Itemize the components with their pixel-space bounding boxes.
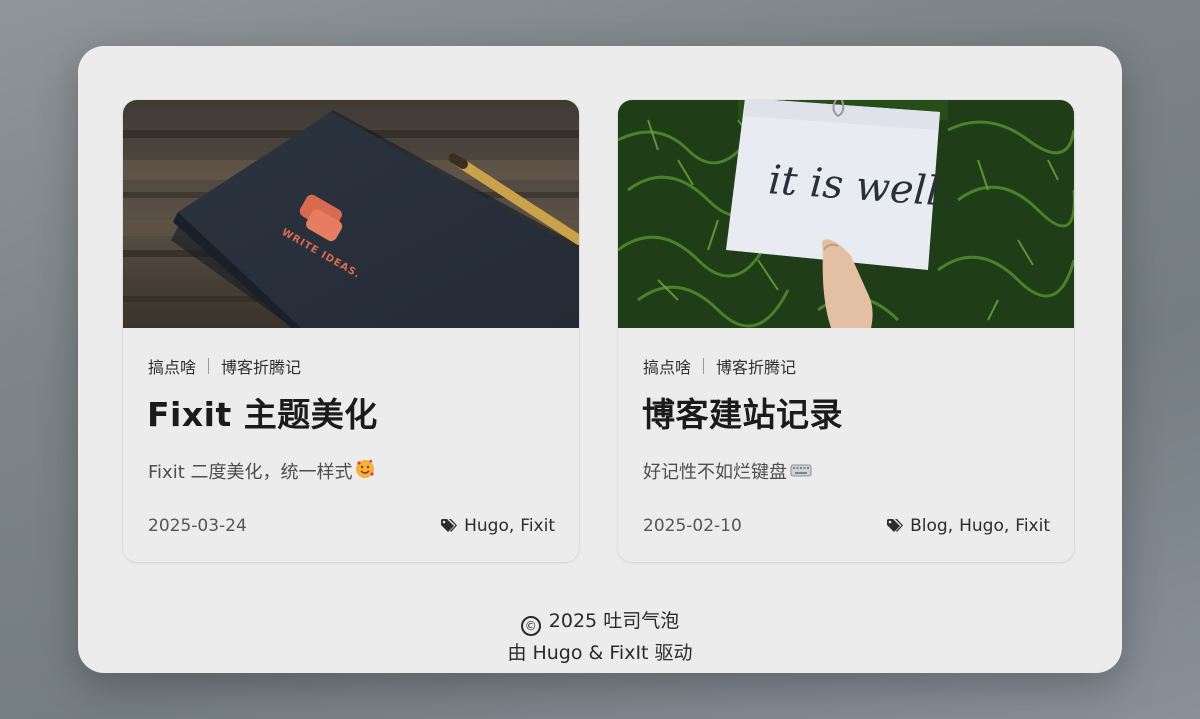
tags-icon (440, 518, 460, 534)
face-hearts-icon (355, 459, 375, 484)
tags-icon (886, 518, 906, 534)
post-categories: 搞点啥 博客折腾记 (643, 354, 796, 378)
category-link[interactable]: 博客折腾记 (221, 354, 301, 378)
post-date: 2025-02-10 (643, 516, 742, 536)
post-tags: Hugo, Fixit (440, 516, 555, 536)
tag-link[interactable]: Hugo (464, 516, 509, 536)
post-summary: Fixit 二度美化，统一样式 (148, 458, 375, 484)
category-divider (208, 358, 210, 374)
footer-copyright: © 2025 吐司气泡 (78, 606, 1122, 636)
post-categories: 搞点啥 博客折腾记 (148, 354, 301, 378)
post-date: 2025-03-24 (148, 516, 247, 536)
category-divider (703, 358, 705, 374)
copyright-icon: © (520, 616, 541, 636)
post-cover-image[interactable]: it is well. (618, 100, 1074, 328)
category-link[interactable]: 搞点啥 (148, 354, 196, 378)
post-cover-image[interactable]: WRITE IDEAS. (123, 100, 579, 328)
category-link[interactable]: 博客折腾记 (716, 354, 796, 378)
post-card[interactable]: it is well. 搞点啥 博客折腾记 博客建站记录 好记性不如烂键盘 20… (618, 100, 1074, 562)
post-title[interactable]: Fixit 主题美化 (147, 388, 378, 436)
post-title[interactable]: 博客建站记录 (642, 388, 843, 436)
category-link[interactable]: 搞点啥 (643, 354, 691, 378)
copyright-text: 2025 吐司气泡 (548, 610, 680, 632)
tag-link[interactable]: Fixit (520, 516, 555, 536)
post-card[interactable]: WRITE IDEAS. 搞点啥 博客折腾记 Fixit 主题美化 Fixit … (123, 100, 579, 562)
content-panel: WRITE IDEAS. 搞点啥 博客折腾记 Fixit 主题美化 Fixit … (78, 46, 1122, 673)
tag-link[interactable]: Fixit (1015, 516, 1050, 536)
footer-powered-by: 由 Hugo & FixIt 驱动 (507, 642, 693, 664)
post-summary-text: Fixit 二度美化，统一样式 (148, 462, 353, 483)
tag-link[interactable]: Hugo (959, 516, 1004, 536)
post-tags: Blog, Hugo, Fixit (886, 516, 1050, 536)
post-summary: 好记性不如烂键盘 (643, 458, 812, 484)
post-summary-text: 好记性不如烂键盘 (643, 462, 787, 483)
tag-link[interactable]: Blog (910, 516, 948, 536)
keyboard-icon (790, 461, 812, 482)
